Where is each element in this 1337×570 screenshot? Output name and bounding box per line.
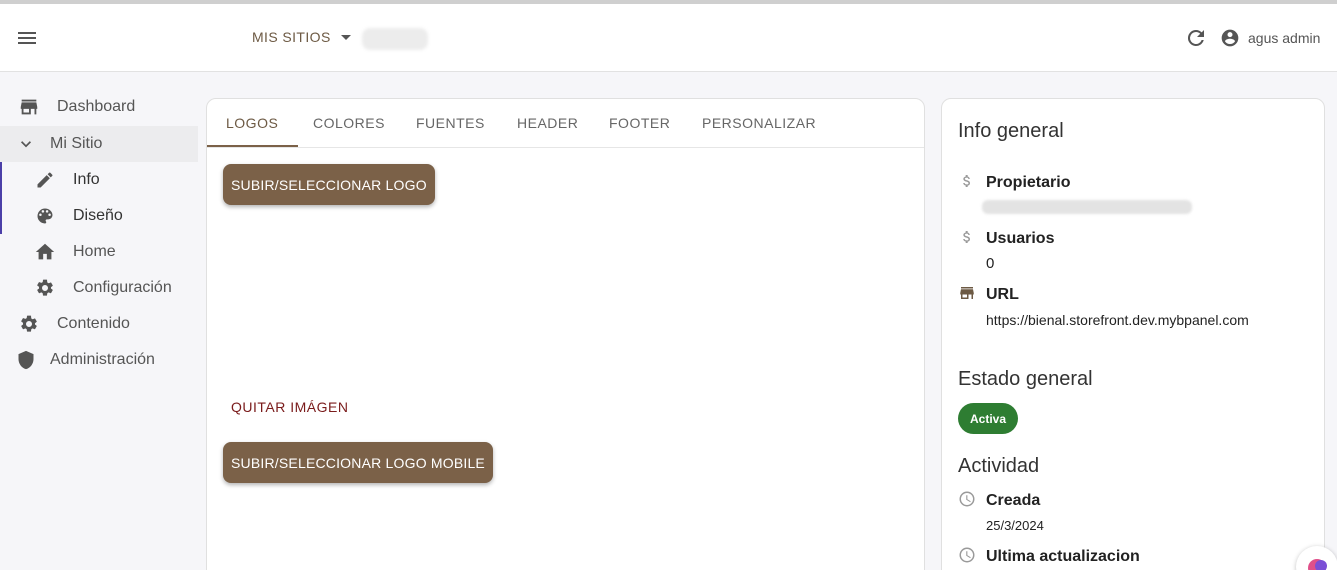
sidebar-item-diseno[interactable]: Diseño: [0, 198, 198, 234]
sidebar-item-mi-sitio[interactable]: Mi Sitio: [0, 126, 198, 162]
upload-logo-mobile-button[interactable]: SUBIR/SELECCIONAR LOGO MOBILE: [223, 442, 493, 483]
home-icon: [34, 241, 56, 263]
chevron-down-icon: [15, 133, 37, 155]
sidebar-item-dashboard[interactable]: Dashboard: [0, 89, 198, 125]
tab-header[interactable]: HEADER: [517, 115, 578, 131]
sidebar-item-administracion[interactable]: Administración: [0, 342, 198, 378]
created-value: 25/3/2024: [986, 518, 1044, 533]
account-circle-icon[interactable]: [1220, 28, 1240, 48]
sidebar-item-label: Contenido: [57, 315, 130, 332]
gear-icon: [18, 313, 40, 335]
sites-dropdown[interactable]: MIS SITIOS: [252, 29, 351, 45]
tab-colores[interactable]: COLORES: [313, 115, 385, 131]
design-card: LOGOS COLORES FUENTES HEADER FOOTER PERS…: [206, 98, 925, 570]
dollar-icon: [958, 228, 976, 246]
info-general-title: Info general: [958, 120, 1064, 142]
tab-logos[interactable]: LOGOS: [226, 115, 278, 131]
clock-icon: [958, 546, 976, 564]
dollar-icon: [958, 172, 976, 190]
redacted-owner-value: [982, 200, 1192, 214]
app-bar: MIS SITIOS agus admin: [0, 4, 1337, 72]
sidebar-item-label: Info: [73, 171, 100, 188]
owner-label: Propietario: [986, 174, 1071, 191]
tab-personalizar[interactable]: PERSONALIZAR: [702, 115, 816, 131]
menu-icon[interactable]: [14, 24, 42, 52]
sidebar-item-label: Diseño: [73, 207, 123, 224]
tab-fuentes[interactable]: FUENTES: [416, 115, 485, 131]
sidebar-item-label: Administración: [50, 351, 155, 368]
users-value: 0: [986, 255, 995, 272]
url-label: URL: [986, 286, 1019, 303]
sites-dropdown-label: MIS SITIOS: [252, 29, 331, 45]
updated-label: Ultima actualizacion: [986, 548, 1140, 565]
sidebar-item-configuracion[interactable]: Configuración: [0, 270, 198, 306]
actividad-title: Actividad: [958, 455, 1040, 477]
sidebar-item-label: Dashboard: [57, 98, 136, 115]
shield-icon: [15, 349, 37, 371]
palette-icon: [34, 205, 56, 227]
upload-logo-button[interactable]: SUBIR/SELECCIONAR LOGO: [223, 164, 435, 205]
store-icon: [958, 284, 976, 302]
store-icon: [18, 96, 40, 118]
url-value[interactable]: https://bienal.storefront.dev.mybpanel.c…: [986, 312, 1249, 328]
created-label: Creada: [986, 492, 1041, 509]
active-tab-indicator: [207, 145, 298, 147]
remove-image-button[interactable]: QUITAR IMÁGEN: [231, 399, 348, 415]
pencil-icon: [34, 169, 56, 191]
refresh-icon[interactable]: [1184, 26, 1208, 50]
redacted-site-name: [362, 28, 428, 50]
user-name[interactable]: agus admin: [1248, 30, 1320, 46]
caret-down-icon: [340, 34, 351, 40]
sidebar-item-contenido[interactable]: Contenido: [0, 306, 198, 342]
sidebar-item-home[interactable]: Home: [0, 234, 198, 270]
users-label: Usuarios: [986, 230, 1055, 247]
estado-general-title: Estado general: [958, 368, 1093, 390]
clock-icon: [958, 490, 976, 508]
tab-footer[interactable]: FOOTER: [609, 115, 670, 131]
sidebar-item-label: Mi Sitio: [50, 135, 103, 152]
tab-bar: LOGOS COLORES FUENTES HEADER FOOTER PERS…: [207, 99, 924, 148]
sidebar-item-info[interactable]: Info: [0, 162, 198, 198]
sidebar-item-label: Home: [73, 243, 116, 260]
gear-icon: [34, 277, 56, 299]
status-badge: Activa: [958, 403, 1018, 434]
sidebar-item-label: Configuración: [73, 279, 172, 296]
